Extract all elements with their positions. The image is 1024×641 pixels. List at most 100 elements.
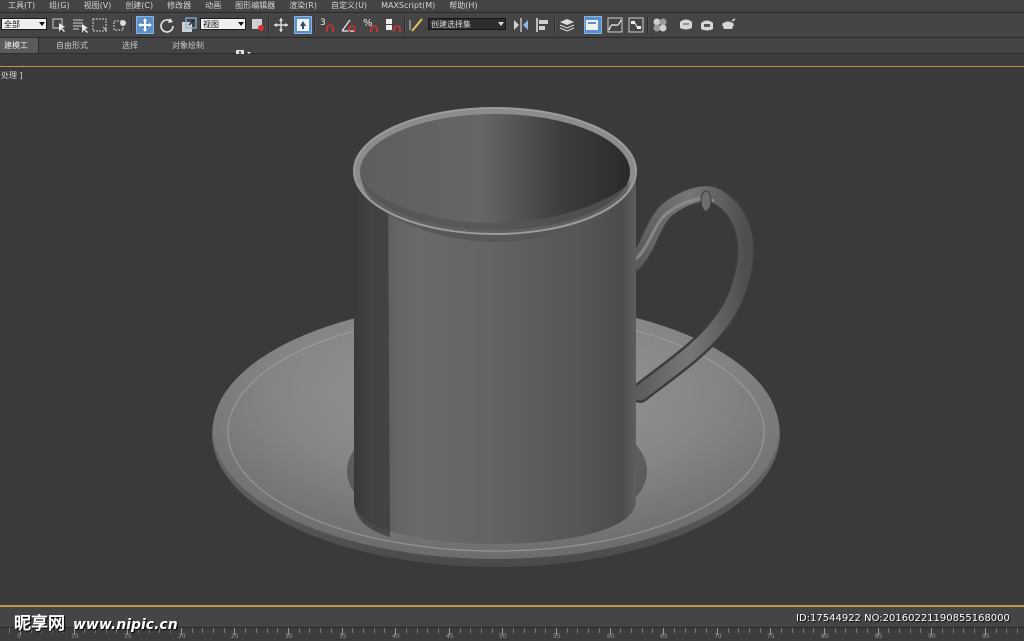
- timeline-tick: [867, 628, 868, 633]
- menu-graph-editors[interactable]: 图形编辑器: [229, 0, 283, 12]
- watermark-id: ID:17544922 NO:20160221190855168000: [796, 613, 1010, 624]
- keyboard-shortcut-override-icon[interactable]: [294, 16, 312, 34]
- main-toolbar: 全部 视图 3 % 创建选择集: [0, 13, 1024, 38]
- percent-snap-icon[interactable]: %: [362, 16, 380, 34]
- select-move-icon[interactable]: [136, 16, 154, 34]
- snaps-toggle-icon[interactable]: 3: [318, 16, 336, 34]
- timeline-tick: [749, 628, 750, 633]
- timeline-tick: [996, 628, 997, 633]
- watermark-site: www.nipic.cn: [73, 617, 178, 633]
- curve-editor-icon[interactable]: [606, 16, 624, 34]
- rect-select-region-icon[interactable]: [91, 16, 109, 34]
- edit-named-selection-icon[interactable]: [408, 16, 426, 34]
- angle-snap-icon[interactable]: [340, 16, 358, 34]
- spinner-snap-icon[interactable]: [384, 16, 402, 34]
- timeline-tick-label: 80: [821, 633, 829, 640]
- window-crossing-icon[interactable]: [111, 16, 129, 34]
- menu-customize[interactable]: 自定义(U): [325, 0, 375, 12]
- timeline-tick: [460, 628, 461, 633]
- menu-maxscript[interactable]: MAXScript(M): [375, 0, 443, 12]
- chevron-down-icon: [238, 22, 244, 26]
- layer-manager-icon[interactable]: [558, 16, 576, 34]
- watermark-brand: 昵享网: [14, 614, 65, 634]
- render-production-icon[interactable]: [719, 16, 737, 34]
- align-icon[interactable]: [534, 16, 552, 34]
- timeline-tick: [363, 628, 364, 633]
- selection-filter-dropdown[interactable]: 全部: [1, 18, 47, 30]
- tab-selection[interactable]: 选择: [122, 38, 138, 53]
- select-scale-icon[interactable]: [180, 16, 198, 34]
- timeline-tick: [620, 628, 621, 633]
- timeline-tick-label: 75: [767, 633, 775, 640]
- toolbar-separator: [647, 17, 649, 33]
- reference-coordinate-dropdown[interactable]: 视图: [200, 18, 246, 30]
- graphite-modeling-tools-icon[interactable]: [584, 16, 602, 34]
- pivot-center-icon[interactable]: [249, 16, 267, 34]
- timeline-tick-label: 85: [875, 633, 883, 640]
- mirror-icon[interactable]: [512, 16, 530, 34]
- tab-freeform[interactable]: 自由形式: [56, 38, 88, 53]
- select-and-manipulate-icon[interactable]: [272, 16, 290, 34]
- timeline-tick: [224, 628, 225, 633]
- timeline-tick-label: 15: [124, 633, 132, 640]
- material-editor-icon[interactable]: [651, 16, 669, 34]
- selection-filter-value: 全部: [4, 20, 20, 29]
- menu-help[interactable]: 帮助(H): [443, 0, 485, 12]
- timeline-tick: [567, 628, 568, 633]
- timeline-tick: [545, 628, 546, 633]
- named-selection-sets-value: 创建选择集: [431, 20, 471, 29]
- perspective-viewport[interactable]: 处理 ]: [0, 66, 1024, 606]
- timeline-tick: [256, 628, 257, 633]
- menu-animation[interactable]: 动画: [199, 0, 229, 12]
- timeline-tick: [599, 628, 600, 633]
- timeline-tick: [588, 628, 589, 633]
- menu-group[interactable]: 组(G): [43, 0, 77, 12]
- menu-view[interactable]: 视图(V): [78, 0, 120, 12]
- timeline-tick: [374, 628, 375, 633]
- schematic-view-icon[interactable]: [627, 16, 645, 34]
- timeline-tick: [438, 628, 439, 633]
- timeline-tick: [738, 628, 739, 633]
- timeline-tick: [352, 628, 353, 633]
- timeline-tick: [888, 628, 889, 633]
- ribbon-panel-collapsed: [0, 54, 1024, 66]
- timeline-tick: [1006, 628, 1007, 633]
- tab-modeling-tools[interactable]: 建模工具: [0, 38, 39, 65]
- timeline-tick: [1017, 628, 1018, 633]
- timeline-tick: [845, 628, 846, 633]
- named-selection-sets-dropdown[interactable]: 创建选择集: [428, 18, 506, 30]
- timeline-tick: [631, 628, 632, 633]
- render-setup-icon[interactable]: [677, 16, 695, 34]
- timeline-tick: [642, 628, 643, 633]
- timeline-tick-label: 20: [178, 633, 186, 640]
- menu-tools[interactable]: 工具(T): [0, 0, 43, 12]
- select-by-name-icon[interactable]: [71, 16, 89, 34]
- menu-rendering[interactable]: 渲染(R): [283, 0, 325, 12]
- tab-label: 对象绘制: [172, 41, 204, 50]
- tab-label: 自由形式: [56, 41, 88, 50]
- timeline-tick-label: 40: [392, 633, 400, 640]
- select-rotate-icon[interactable]: [158, 16, 176, 34]
- chevron-down-icon: [39, 22, 45, 26]
- menu-modifiers[interactable]: 修改器: [161, 0, 199, 12]
- chevron-down-icon: [498, 22, 504, 26]
- select-object-icon[interactable]: [51, 16, 69, 34]
- timeline-tick-label: 45: [446, 633, 454, 640]
- menu-create[interactable]: 创建(C): [119, 0, 161, 12]
- cup-object[interactable]: [353, 107, 637, 544]
- svg-text:3: 3: [320, 18, 326, 28]
- timeline-tick: [427, 628, 428, 633]
- toolbar-separator: [404, 17, 406, 33]
- timeline-tick: [384, 628, 385, 633]
- timeline-tick: [267, 628, 268, 633]
- timeline-tick: [417, 628, 418, 633]
- timeline-tick: [470, 628, 471, 633]
- timeline-tick: [299, 628, 300, 633]
- rendered-frame-window-icon[interactable]: [698, 16, 716, 34]
- timeline-tick: [331, 628, 332, 633]
- timeline-tick: [524, 628, 525, 633]
- timeline-tick: [245, 628, 246, 633]
- toolbar-separator: [314, 17, 316, 33]
- timeline-tick-label: 90: [928, 633, 936, 640]
- tab-object-paint[interactable]: 对象绘制: [172, 38, 204, 53]
